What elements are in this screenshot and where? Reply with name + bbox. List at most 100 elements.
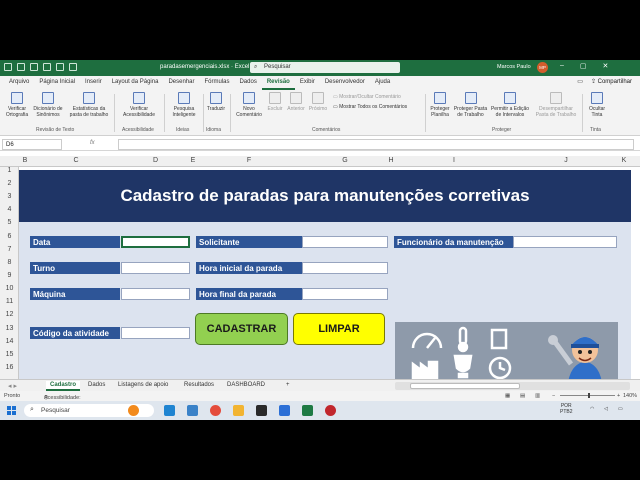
row-header[interactable]: 15 [0, 351, 19, 358]
tab-arquivo[interactable]: Arquivo [4, 76, 34, 90]
row-header[interactable]: 12 [0, 311, 19, 318]
share-button[interactable]: ⇪ Compartilhar [591, 78, 632, 85]
form-icon[interactable] [56, 63, 64, 71]
input-codigo[interactable] [121, 327, 190, 339]
sheet-nav-arrows[interactable]: ◂ ▸ [8, 382, 17, 390]
recorder-icon[interactable] [325, 405, 336, 416]
excel-taskbar-icon[interactable] [302, 405, 313, 416]
formula-input[interactable] [118, 139, 634, 150]
protect-workbook-button[interactable]: Proteger Pasta de Trabalho [453, 92, 488, 118]
row-header[interactable]: 6 [0, 233, 19, 240]
add-sheet-button[interactable]: + [282, 381, 294, 389]
previous-comment-button[interactable]: Anterior [285, 92, 307, 112]
battery-icon[interactable]: ▭ [618, 406, 623, 412]
avatar[interactable]: MP [537, 62, 548, 73]
column-header[interactable]: D [121, 157, 190, 164]
unshare-workbook-button[interactable]: Desempartilhar Pasta de Trabalho [532, 92, 580, 118]
translate-button[interactable]: Traduzir [204, 92, 228, 112]
next-comment-button[interactable]: Próximo [307, 92, 329, 112]
maximize-icon[interactable]: ▢ [580, 62, 587, 70]
volume-icon[interactable]: ◁ [604, 406, 608, 412]
sheet-tab-dashboard[interactable]: DASHBOARD [223, 381, 269, 389]
input-turno[interactable] [121, 262, 190, 274]
page-layout-icon[interactable]: ▤ [520, 393, 525, 399]
row-header[interactable]: 11 [0, 298, 19, 305]
column-header[interactable]: I [394, 157, 514, 164]
input-maquina[interactable] [121, 288, 190, 300]
save-icon[interactable] [17, 63, 25, 71]
zoom-out-icon[interactable]: − [552, 393, 555, 399]
thesaurus-button[interactable]: Dicionário de Sinônimos [31, 92, 65, 118]
show-all-comments-button[interactable]: ▭ Mostrar Todos os Comentários [333, 104, 425, 110]
new-comment-button[interactable]: Novo Comentário [232, 92, 266, 118]
tab-desenhar[interactable]: Desenhar [163, 76, 199, 90]
store-icon[interactable] [164, 405, 175, 416]
windows-start-icon[interactable] [7, 406, 16, 415]
row-header[interactable]: 1 [0, 167, 19, 174]
delete-comment-button[interactable]: Excluir [265, 92, 285, 112]
sheet-tab-cadastro[interactable]: Cadastro [46, 381, 81, 391]
row-header[interactable]: 7 [0, 246, 19, 253]
row-header[interactable]: 13 [0, 325, 19, 332]
input-funcionario[interactable] [513, 236, 617, 248]
tab-layout[interactable]: Layout da Página [107, 76, 164, 90]
redo-icon[interactable] [43, 63, 51, 71]
column-header[interactable]: K [618, 157, 630, 164]
allow-edit-ranges-button[interactable]: Permitir a Edição de Intervalos [488, 92, 532, 118]
row-header[interactable]: 5 [0, 219, 19, 226]
search-box[interactable]: ⌕ Pesquisar [250, 62, 400, 73]
zoom-slider[interactable] [560, 393, 615, 398]
wifi-icon[interactable]: ◠ [590, 406, 594, 412]
column-header[interactable]: B [19, 157, 31, 164]
workbook-stats-button[interactable]: Estatísticas da pasta de trabalho [66, 92, 112, 118]
check-accessibility-button[interactable]: Verificar Acessibilidade [116, 92, 162, 118]
tab-ajuda[interactable]: Ajuda [370, 76, 395, 90]
input-hora-final[interactable] [302, 288, 388, 300]
sheet-tab-resultados[interactable]: Resultados [180, 381, 218, 389]
name-box[interactable]: D6 [2, 139, 62, 150]
zoom-in-icon[interactable]: + [617, 393, 620, 399]
scrollbar-thumb[interactable] [410, 383, 520, 389]
sheet-tab-listagens[interactable]: Listagens de apoio [114, 381, 172, 389]
smart-lookup-button[interactable]: Pesquisa Inteligente [166, 92, 202, 118]
row-header[interactable]: 4 [0, 206, 19, 213]
column-header[interactable]: J [514, 157, 618, 164]
show-hide-comment-button[interactable]: ▭ Mostrar/Ocultar Comentário [333, 94, 423, 100]
row-header[interactable]: 16 [0, 364, 19, 371]
sheet-tab-dados[interactable]: Dados [84, 381, 109, 389]
tab-desenvolvedor[interactable]: Desenvolvedor [320, 76, 370, 90]
comments-icon[interactable]: ▭ [577, 78, 583, 85]
page-break-icon[interactable]: ▥ [535, 393, 540, 399]
tab-revisao[interactable]: Revisão [261, 76, 295, 90]
input-data[interactable] [121, 236, 190, 248]
column-header[interactable]: C [31, 157, 121, 164]
customize-icon[interactable] [69, 63, 77, 71]
undo-icon[interactable] [30, 63, 38, 71]
row-header[interactable]: 2 [0, 180, 19, 187]
tab-exibir[interactable]: Exibir [295, 76, 320, 90]
row-header[interactable]: 3 [0, 193, 19, 200]
zoom-level[interactable]: 140% [623, 393, 637, 399]
language-indicator[interactable]: POR PTB2 [560, 403, 573, 415]
row-header[interactable]: 9 [0, 272, 19, 279]
fx-icon[interactable]: fx [90, 140, 95, 146]
file-explorer-icon[interactable] [233, 405, 244, 416]
chrome-icon[interactable] [210, 405, 221, 416]
autosave-icon[interactable] [4, 63, 12, 71]
close-icon[interactable]: ✕ [603, 62, 609, 70]
row-header[interactable]: 14 [0, 338, 19, 345]
normal-view-icon[interactable]: ▦ [505, 393, 510, 399]
horizontal-scrollbar[interactable] [395, 382, 630, 390]
edge-icon[interactable] [187, 405, 198, 416]
spelling-button[interactable]: Verificar Ortografia [3, 92, 31, 118]
cadastrar-button[interactable]: CADASTRAR [195, 313, 288, 345]
hide-ink-button[interactable]: Ocultar Tinta [584, 92, 610, 118]
input-solicitante[interactable] [302, 236, 388, 248]
column-header[interactable]: F [196, 157, 302, 164]
tab-dados[interactable]: Dados [234, 76, 261, 90]
protect-sheet-button[interactable]: Proteger Planilha [427, 92, 453, 118]
capcut-icon[interactable] [256, 405, 267, 416]
user-name[interactable]: Marcos Paulo [497, 64, 531, 70]
column-header[interactable]: G [302, 157, 388, 164]
input-hora-inicial[interactable] [302, 262, 388, 274]
